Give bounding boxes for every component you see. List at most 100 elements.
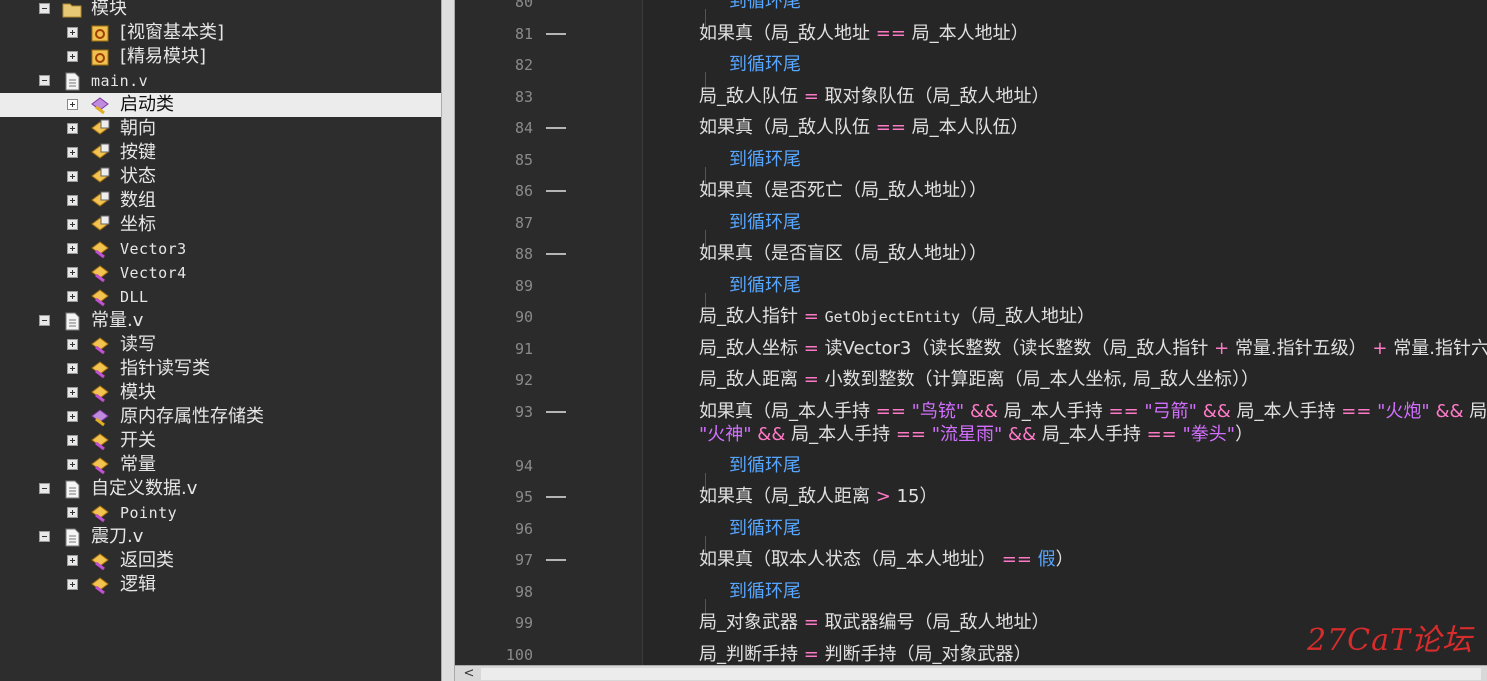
code-line[interactable]: 到循环尾 <box>643 148 1487 187</box>
tree-node-jingyi-module[interactable]: [精易模块] <box>0 45 441 69</box>
expand-toggle-icon[interactable] <box>67 459 78 470</box>
expand-toggle-icon[interactable] <box>67 291 78 302</box>
tree-node-zhendao-v[interactable]: 震刀.v <box>0 525 441 549</box>
code-line[interactable]: 局_敌人队伍 = 取对象队伍（局_敌人地址） <box>643 85 1487 109</box>
tree-node-modules[interactable]: 模块 <box>0 0 441 21</box>
code-line[interactable]: 如果真（局_本人手持 == "鸟铳" && 局_本人手持 == "弓箭" && … <box>643 400 1487 424</box>
expand-toggle-icon[interactable] <box>67 219 78 230</box>
tree-node-pointer-rw[interactable]: 指针读写类 <box>0 357 441 381</box>
tree-node-status[interactable]: 状态 <box>0 165 441 189</box>
tree-node-label: 启动类 <box>120 94 174 115</box>
tree-node-dll[interactable]: DLL <box>0 285 441 309</box>
class-icon <box>91 433 109 451</box>
code-line[interactable]: 局_敌人坐标 = 读Vector3（读长整数（读长整数（局_敌人指针 + 常量.… <box>643 337 1487 361</box>
expand-toggle-icon[interactable] <box>67 411 78 422</box>
expand-toggle-icon[interactable] <box>67 555 78 566</box>
expand-toggle-icon[interactable] <box>67 99 78 110</box>
tree-node-label: [视窗基本类] <box>120 22 225 43</box>
code-line[interactable]: 如果真（是否盲区（局_敌人地址）） <box>643 242 1487 266</box>
collapse-toggle-icon[interactable] <box>39 3 50 14</box>
expand-toggle-icon[interactable] <box>67 243 78 254</box>
tree-node-module[interactable]: 模块 <box>0 381 441 405</box>
class-icon <box>91 265 109 283</box>
expand-toggle-icon[interactable] <box>67 387 78 398</box>
fold-marker[interactable] <box>546 190 566 192</box>
scrollbar-track[interactable] <box>481 668 1481 680</box>
tree-node-logic[interactable]: 逻辑 <box>0 573 441 597</box>
code-line[interactable]: 到循环尾 <box>643 211 1487 250</box>
expand-toggle-icon[interactable] <box>67 171 78 182</box>
code-area[interactable]: 到循环尾 如果真（局_敌人地址 == 局_本人地址） 到循环尾 局_敌人队伍 =… <box>642 0 1487 665</box>
line-number: 93 <box>514 403 533 421</box>
tree-node-label: [精易模块] <box>120 46 207 67</box>
tree-node-return-class[interactable]: 返回类 <box>0 549 441 573</box>
expand-toggle-icon[interactable] <box>67 51 78 62</box>
tree-node-switch[interactable]: 开关 <box>0 429 441 453</box>
code-line[interactable]: 如果真（局_敌人距离 > 15） <box>643 485 1487 509</box>
tree-node-read-write[interactable]: 读写 <box>0 333 441 357</box>
expand-toggle-icon[interactable] <box>67 507 78 518</box>
tree-node-pointy[interactable]: Pointy <box>0 501 441 525</box>
file-icon <box>65 72 80 91</box>
fold-marker[interactable] <box>546 127 566 129</box>
code-line[interactable]: 如果真（取本人状态（局_本人地址） == 假） <box>643 548 1487 572</box>
code-line[interactable]: 如果真（局_敌人队伍 == 局_本人队伍） <box>643 116 1487 140</box>
expand-toggle-icon[interactable] <box>67 435 78 446</box>
code-line[interactable]: 到循环尾 <box>643 53 1487 92</box>
tree-node-label: main.v <box>91 72 149 90</box>
tree-node-vector3[interactable]: Vector3 <box>0 237 441 261</box>
horizontal-scrollbar[interactable]: < <box>455 665 1487 681</box>
expand-toggle-icon[interactable] <box>67 147 78 158</box>
code-line[interactable]: 到循环尾 <box>643 0 1487 29</box>
fold-marker[interactable] <box>546 411 566 413</box>
code-editor[interactable]: 80 81 82 83 84 85 86 87 88 89 90 91 92 9… <box>455 0 1487 665</box>
expand-toggle-icon[interactable] <box>67 363 78 374</box>
code-line[interactable]: 到循环尾 <box>643 274 1487 313</box>
expand-toggle-icon[interactable] <box>67 123 78 134</box>
code-line[interactable]: 到循环尾 <box>643 580 1487 619</box>
expand-toggle-icon[interactable] <box>67 27 78 38</box>
code-line[interactable]: 局_敌人指针 = GetObjectEntity（局_敌人地址） <box>643 305 1487 329</box>
tree-node-label: 朝向 <box>120 118 156 139</box>
scroll-left-icon[interactable]: < <box>459 667 479 681</box>
tree-node-array[interactable]: 数组 <box>0 189 441 213</box>
collapse-toggle-icon[interactable] <box>39 531 50 542</box>
tree-node-constant[interactable]: 常量 <box>0 453 441 477</box>
fold-marker[interactable] <box>546 559 566 561</box>
collapse-toggle-icon[interactable] <box>39 483 50 494</box>
tree-node-coordinate[interactable]: 坐标 <box>0 213 441 237</box>
collapse-toggle-icon[interactable] <box>39 75 50 86</box>
class-icon <box>91 361 109 379</box>
fold-marker[interactable] <box>546 496 566 498</box>
code-line[interactable]: 如果真（是否死亡（局_敌人地址）） <box>643 179 1487 203</box>
code-line[interactable]: 到循环尾 <box>643 517 1487 556</box>
tree-node-startup-class[interactable]: 启动类 <box>0 93 441 117</box>
expand-toggle-icon[interactable] <box>67 339 78 350</box>
tree-node-window-class[interactable]: [视窗基本类] <box>0 21 441 45</box>
line-number: 87 <box>514 214 533 232</box>
tree-node-memory-attr[interactable]: 原内存属性存储类 <box>0 405 441 429</box>
class-icon <box>91 289 109 307</box>
project-tree[interactable]: 模块 [视窗基本类] [精易模块] main.v 启动类 朝向 按键 状态 数组 <box>0 0 441 681</box>
fold-marker[interactable] <box>546 33 566 35</box>
expand-toggle-icon[interactable] <box>67 579 78 590</box>
tree-node-label: 震刀.v <box>91 526 144 547</box>
line-number: 99 <box>514 614 533 632</box>
expand-toggle-icon[interactable] <box>67 195 78 206</box>
fold-marker[interactable] <box>546 253 566 255</box>
tree-node-constants-v[interactable]: 常量.v <box>0 309 441 333</box>
code-line[interactable]: 局_敌人距离 = 小数到整数（计算距离（局_本人坐标, 局_敌人坐标）） <box>643 368 1487 392</box>
pane-splitter[interactable] <box>441 0 455 681</box>
tree-node-label: Vector3 <box>120 240 187 258</box>
code-line[interactable]: 到循环尾 <box>643 454 1487 493</box>
tree-node-custom-data-v[interactable]: 自定义数据.v <box>0 477 441 501</box>
tree-node-main-v[interactable]: main.v <box>0 69 441 93</box>
tree-node-orientation[interactable]: 朝向 <box>0 117 441 141</box>
collapse-toggle-icon[interactable] <box>39 315 50 326</box>
code-line[interactable]: 如果真（局_敌人地址 == 局_本人地址） <box>643 22 1487 46</box>
tree-node-keys[interactable]: 按键 <box>0 141 441 165</box>
code-line[interactable]: "火神" && 局_本人手持 == "流星雨" && 局_本人手持 == "拳头… <box>643 423 1487 447</box>
line-number: 96 <box>514 520 533 538</box>
expand-toggle-icon[interactable] <box>67 267 78 278</box>
tree-node-vector4[interactable]: Vector4 <box>0 261 441 285</box>
